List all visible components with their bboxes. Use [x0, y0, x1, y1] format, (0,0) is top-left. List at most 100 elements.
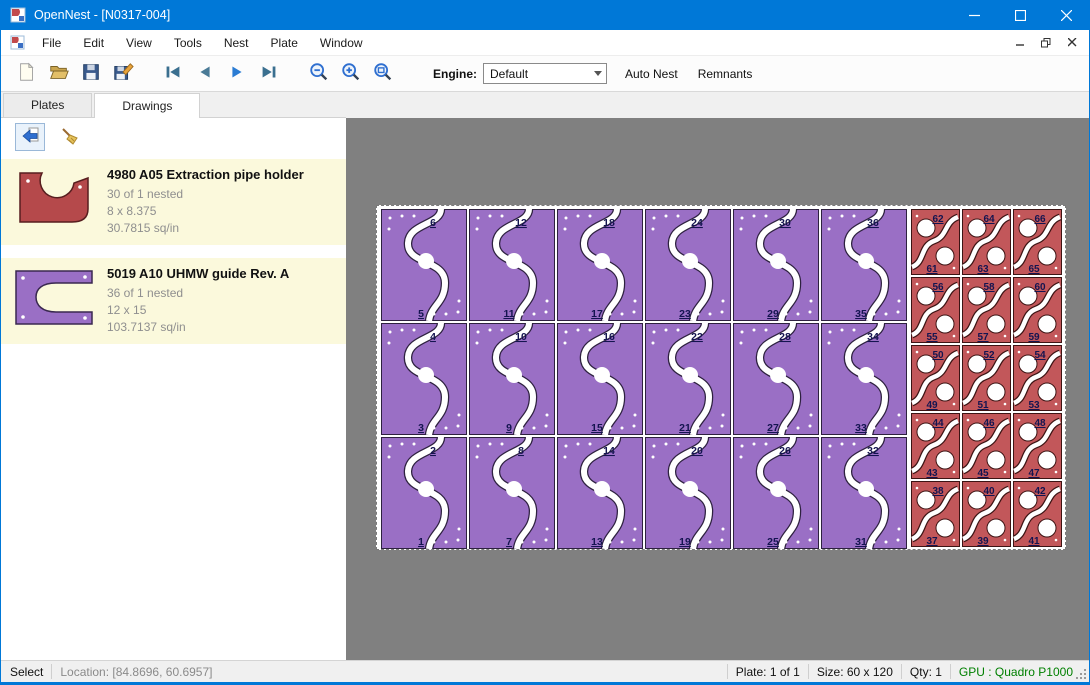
nested-uhmw-guide-pair[interactable]: 30 29 — [733, 209, 819, 321]
part-number: 52 — [983, 350, 995, 361]
drawing-list-item[interactable]: 4980 A05 Extraction pipe holder30 of 1 n… — [1, 159, 346, 245]
part-number: 40 — [983, 486, 995, 497]
nav-last-button[interactable] — [253, 59, 285, 89]
close-icon[interactable] — [1043, 0, 1089, 30]
zoom-in-button[interactable] — [335, 59, 367, 89]
part-number: 53 — [1028, 400, 1040, 411]
status-separator — [727, 664, 728, 679]
menu-item-nest[interactable]: Nest — [213, 31, 260, 55]
nested-uhmw-guide-pair[interactable]: 4 3 — [381, 323, 467, 435]
nest-canvas[interactable]: 6 5 12 11 18 17 24 23 30 29 — [346, 118, 1089, 660]
maximize-icon[interactable] — [997, 0, 1043, 30]
nested-uhmw-guide-pair[interactable]: 20 19 — [645, 437, 731, 549]
status-separator — [51, 664, 52, 679]
status-size: Size: 60 x 120 — [817, 665, 893, 679]
nested-uhmw-guide-pair[interactable]: 26 25 — [733, 437, 819, 549]
menu-item-view[interactable]: View — [115, 31, 163, 55]
nested-uhmw-guide-pair[interactable]: 16 15 — [557, 323, 643, 435]
extraction-holder-pair-shape: 54 53 — [1013, 345, 1062, 411]
nested-extraction-holder-pair[interactable]: 66 65 — [1013, 209, 1062, 275]
nested-uhmw-guide-pair[interactable]: 2 1 — [381, 437, 467, 549]
auto-nest-button[interactable]: Auto Nest — [615, 61, 688, 87]
chevron-down-icon — [590, 71, 606, 76]
zoom-fit-button[interactable] — [367, 59, 399, 89]
part-nested-count: 30 of 1 nested — [107, 186, 340, 203]
extraction-holder-pair-shape: 46 45 — [962, 413, 1011, 479]
menu-item-tools[interactable]: Tools — [163, 31, 213, 55]
new-file-button[interactable] — [11, 59, 43, 89]
minimize-icon[interactable] — [951, 0, 997, 30]
drawings-list: 4980 A05 Extraction pipe holder30 of 1 n… — [1, 156, 346, 660]
extraction-holder-pair-shape: 66 65 — [1013, 209, 1062, 275]
part-number: 1 — [418, 536, 424, 548]
menu-item-edit[interactable]: Edit — [72, 31, 115, 55]
part-number: 10 — [515, 331, 527, 343]
part-number: 46 — [983, 418, 995, 429]
uhmw-guide-pair-shape: 18 17 — [557, 209, 643, 321]
resize-grip[interactable] — [1073, 661, 1089, 682]
nested-extraction-holder-pair[interactable]: 50 49 — [911, 345, 960, 411]
nested-uhmw-guide-pair[interactable]: 22 21 — [645, 323, 731, 435]
part-number: 39 — [977, 536, 989, 547]
nested-extraction-holder-pair[interactable]: 42 41 — [1013, 481, 1062, 547]
app-icon — [10, 7, 26, 23]
part-size: 12 x 15 — [107, 302, 340, 319]
nested-uhmw-guide-pair[interactable]: 32 31 — [821, 437, 907, 549]
menu-item-window[interactable]: Window — [309, 31, 374, 55]
drawing-list-item[interactable]: 5019 A10 UHMW guide Rev. A36 of 1 nested… — [1, 258, 346, 344]
nested-uhmw-guide-pair[interactable]: 24 23 — [645, 209, 731, 321]
open-folder-button[interactable] — [43, 59, 75, 89]
nested-extraction-holder-pair[interactable]: 62 61 — [911, 209, 960, 275]
nested-extraction-holder-pair[interactable]: 58 57 — [962, 277, 1011, 343]
nav-next-button[interactable] — [221, 59, 253, 89]
nested-extraction-holder-pair[interactable]: 44 43 — [911, 413, 960, 479]
import-drawing-button[interactable] — [15, 123, 45, 151]
nested-uhmw-guide-pair[interactable]: 6 5 — [381, 209, 467, 321]
clear-drawings-button[interactable] — [55, 123, 85, 151]
nested-uhmw-guide-pair[interactable]: 12 11 — [469, 209, 555, 321]
nested-uhmw-guide-pair[interactable]: 18 17 — [557, 209, 643, 321]
nested-extraction-holder-pair[interactable]: 60 59 — [1013, 277, 1062, 343]
tab-drawings[interactable]: Drawings — [94, 93, 200, 118]
menu-item-plate[interactable]: Plate — [260, 31, 309, 55]
save-as-button[interactable] — [107, 59, 139, 89]
nested-extraction-holder-pair[interactable]: 54 53 — [1013, 345, 1062, 411]
save-button[interactable] — [75, 59, 107, 89]
nested-uhmw-guide-pair[interactable]: 34 33 — [821, 323, 907, 435]
part-number: 14 — [603, 445, 615, 457]
document-icon[interactable] — [10, 35, 25, 50]
extraction-holder-pair-shape: 62 61 — [911, 209, 960, 275]
nested-extraction-holder-pair[interactable]: 38 37 — [911, 481, 960, 547]
child-restore-icon[interactable] — [1035, 33, 1057, 53]
remnants-button[interactable]: Remnants — [688, 61, 763, 87]
status-qty: Qty: 1 — [910, 665, 942, 679]
nested-uhmw-guide-pair[interactable]: 36 35 — [821, 209, 907, 321]
part-number: 63 — [977, 264, 989, 275]
nested-extraction-holder-pair[interactable]: 52 51 — [962, 345, 1011, 411]
nested-extraction-holder-pair[interactable]: 48 47 — [1013, 413, 1062, 479]
child-close-icon[interactable] — [1061, 33, 1083, 53]
tab-plates[interactable]: Plates — [3, 93, 92, 117]
nested-uhmw-guide-pair[interactable]: 14 13 — [557, 437, 643, 549]
menu-item-file[interactable]: File — [31, 31, 72, 55]
part-thumbnail — [1, 167, 107, 237]
nested-uhmw-guide-pair[interactable]: 8 7 — [469, 437, 555, 549]
part-info: 5019 A10 UHMW guide Rev. A36 of 1 nested… — [107, 266, 340, 336]
nested-uhmw-guide-pair[interactable]: 10 9 — [469, 323, 555, 435]
nested-extraction-holder-pair[interactable]: 64 63 — [962, 209, 1011, 275]
zoom-out-button[interactable] — [303, 59, 335, 89]
part-number: 41 — [1028, 536, 1040, 547]
zoom-out-icon — [308, 61, 330, 86]
plate[interactable]: 6 5 12 11 18 17 24 23 30 29 — [376, 205, 1066, 550]
nested-extraction-holder-pair[interactable]: 40 39 — [962, 481, 1011, 547]
nav-previous-button[interactable] — [189, 59, 221, 89]
nested-extraction-holder-pair[interactable]: 46 45 — [962, 413, 1011, 479]
menu-items: FileEditViewToolsNestPlateWindow — [31, 34, 374, 52]
uhmw-guide-pair-shape: 12 11 — [469, 209, 555, 321]
nested-extraction-holder-pair[interactable]: 56 55 — [911, 277, 960, 343]
nested-uhmw-guide-pair[interactable]: 28 27 — [733, 323, 819, 435]
child-minimize-icon[interactable] — [1009, 33, 1031, 53]
nav-first-button[interactable] — [157, 59, 189, 89]
engine-dropdown[interactable]: Default — [483, 63, 607, 84]
uhmw-guide-pair-shape: 10 9 — [469, 323, 555, 435]
